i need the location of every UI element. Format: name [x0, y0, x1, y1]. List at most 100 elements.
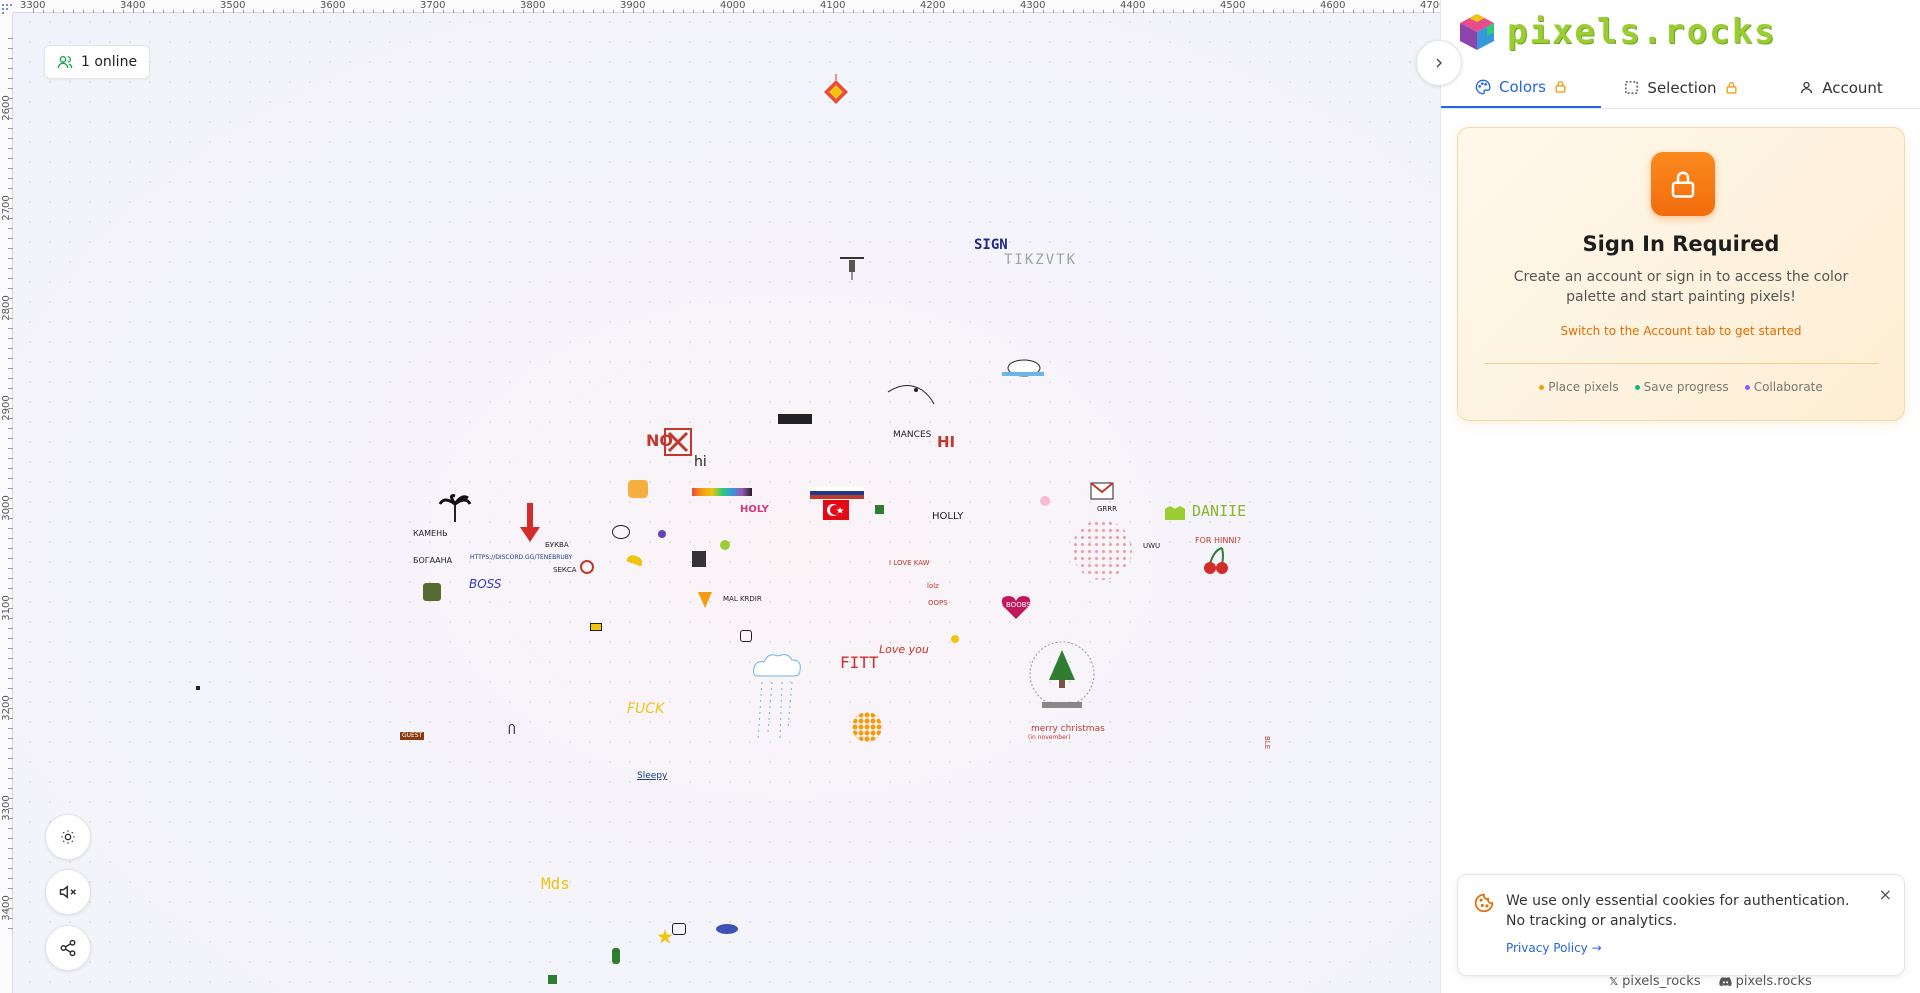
art-boobs: BOOBS [1006, 601, 1031, 609]
ruler-tick [8, 268, 13, 269]
ruler-tick [8, 428, 13, 429]
ruler-tick [743, 10, 744, 13]
ruler-tick [8, 588, 13, 589]
brand[interactable]: pixels.rocks [1457, 12, 1777, 52]
ruler-tick [233, 8, 234, 13]
ruler-tick [1043, 10, 1044, 13]
green-block-art [875, 505, 884, 514]
ruler-tick [1303, 10, 1304, 13]
ruler-tick [8, 818, 13, 819]
ruler-tick [8, 878, 13, 879]
ufo-art [716, 924, 738, 934]
discord-link[interactable]: pixels.rocks [1718, 974, 1812, 989]
ruler-tick [8, 208, 13, 209]
ruler-tick [463, 10, 464, 13]
ruler-tick [8, 598, 13, 599]
sun-icon [61, 830, 75, 844]
ruler-tick [833, 8, 834, 13]
ruler-tick [73, 10, 74, 13]
ruler-tick [1093, 10, 1094, 13]
ruler-tick [1063, 10, 1064, 13]
ruler-tick [8, 408, 13, 409]
ruler-tick [933, 8, 934, 13]
ruler-tick [1163, 10, 1164, 13]
ruler-tick [8, 538, 13, 539]
ruler-tick [603, 10, 604, 13]
whale-art [1002, 359, 1044, 377]
ruler-tick [8, 288, 13, 289]
twitter-link[interactable]: 𝕏 pixels_rocks [1609, 974, 1700, 989]
signin-description: Create an account or sign in to access t… [1513, 269, 1849, 305]
ruler-tick [8, 928, 13, 929]
house-art [692, 551, 706, 567]
ruler-tick [313, 10, 314, 13]
ruler-tick [513, 10, 514, 13]
tab-account[interactable]: Account [1761, 67, 1920, 108]
ruler-tick [8, 218, 13, 219]
ruler-tick [973, 10, 974, 13]
diamond-ornament [824, 74, 848, 104]
ruler-tick [8, 738, 13, 739]
ruler-tick [8, 628, 13, 629]
ruler-tick [103, 10, 104, 13]
theme-toggle-button[interactable] [45, 814, 91, 860]
ruler-tick [683, 10, 684, 13]
ruler-tick [353, 10, 354, 13]
ruler-tick [1073, 10, 1074, 13]
ruler-tick [373, 10, 374, 13]
ruler-tick [1193, 10, 1194, 13]
ruler-tick [8, 178, 13, 179]
lock-icon [1726, 81, 1737, 94]
ruler-tick [8, 38, 13, 39]
close-icon[interactable]: × [1879, 885, 1892, 904]
ruler-tick [813, 10, 814, 13]
ruler-tick [8, 548, 13, 549]
ruler-tick [1393, 10, 1394, 13]
ruler-tick [8, 838, 13, 839]
ruler-tick [8, 508, 13, 509]
ruler-tick [1263, 10, 1264, 13]
online-count-label: 1 online [81, 54, 138, 70]
ruler-tick [713, 10, 714, 13]
ruler-tick [8, 348, 13, 349]
ruler-tick [8, 358, 13, 359]
ruler-tick [533, 8, 534, 13]
ruler-tick [133, 8, 134, 13]
ruler-tick [8, 558, 13, 559]
tab-colors[interactable]: Colors [1441, 67, 1601, 108]
cat-face-art [628, 480, 648, 498]
ruler-tick [733, 8, 734, 13]
ruler-tick [8, 78, 13, 79]
ruler-tick [1333, 8, 1334, 13]
cat-outline-art [672, 923, 686, 935]
share-button[interactable] [45, 925, 91, 971]
pink-burst-art [1072, 520, 1132, 580]
ruler-tick [1243, 10, 1244, 13]
collapse-sidebar-button[interactable] [1416, 40, 1462, 86]
ruler-tick [363, 10, 364, 13]
user-icon [1801, 81, 1813, 94]
privacy-policy-link[interactable]: Privacy Policy → [1506, 941, 1602, 955]
ruler-tick [243, 10, 244, 13]
ruler-tick [283, 10, 284, 13]
ruler-tick [8, 668, 13, 669]
ruler-tick [1153, 10, 1154, 13]
ruler-tick [493, 10, 494, 13]
mute-toggle-button[interactable] [45, 869, 91, 915]
x-icon: 𝕏 [1609, 975, 1619, 988]
ruler-tick [1363, 10, 1364, 13]
ruler-tick [163, 10, 164, 13]
art-hi: HI [937, 433, 956, 451]
ruler-tick [1273, 10, 1274, 13]
account-tab-link[interactable]: Switch to the Account tab to get started [1458, 324, 1904, 338]
ruler-tick [8, 248, 13, 249]
art-for-hinni: FOR HINNI? [1195, 536, 1241, 545]
tab-selection[interactable]: Selection [1601, 67, 1761, 108]
ruler-tick [8, 448, 13, 449]
pink-blob-art [1040, 496, 1050, 506]
pixel-canvas[interactable]: SIGN TIKZVTK NO hi MANCES HI HOLY HOLLY [0, 0, 1440, 993]
ruler-tick [8, 498, 13, 499]
ruler-tick [943, 10, 944, 13]
ruler-tick [8, 148, 13, 149]
ruler-corner-icon [0, 0, 13, 14]
